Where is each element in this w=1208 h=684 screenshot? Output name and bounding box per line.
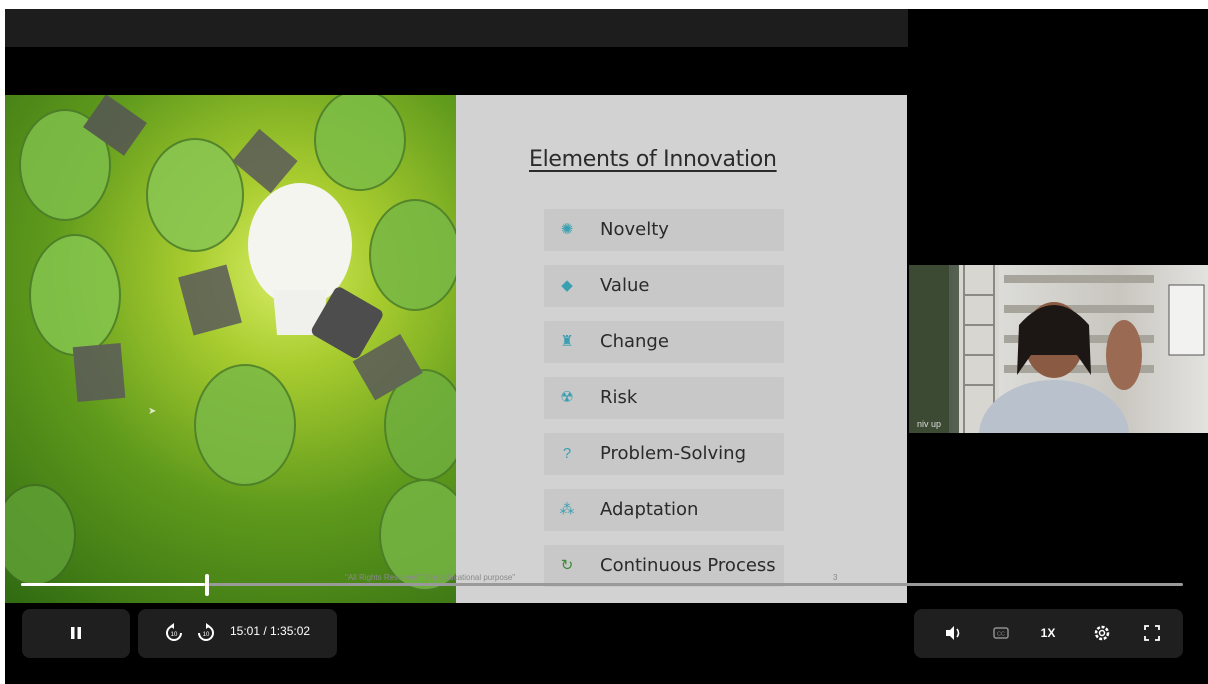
rewind-10-icon: 10 — [166, 623, 182, 641]
slide-page-number: 3 — [833, 573, 838, 582]
network-icon: ⁂ — [559, 501, 575, 518]
right-control-group: CC 1X — [914, 609, 1183, 658]
innovation-element: ⁂ Adaptation — [544, 489, 784, 531]
radiation-icon: ☢ — [560, 389, 574, 406]
mouse-cursor-icon: ➤ — [148, 406, 157, 417]
video-top-bar — [5, 9, 908, 47]
innovation-element-label: Value — [600, 275, 650, 296]
innovation-element-label: Change — [600, 331, 669, 352]
participant-name: niv up — [917, 419, 942, 429]
slide-content-panel: Elements of Innovation ✺ Novelty ◆ Value ♜ Ch… — [456, 95, 907, 603]
innovation-element: ☢ Risk — [544, 377, 784, 419]
progress-handle[interactable] — [205, 574, 209, 596]
fullscreen-button[interactable] — [1142, 623, 1162, 643]
svg-text:CC: CC — [997, 632, 1005, 638]
volume-button[interactable] — [943, 623, 963, 643]
innovation-element-label: Novelty — [600, 219, 669, 240]
captions-button[interactable]: CC — [991, 623, 1011, 643]
fullscreen-icon — [1144, 625, 1160, 641]
innovation-element-label: Continuous Process — [600, 555, 776, 576]
slide-footer-text: "All Rights Reserved" "For educational p… — [345, 573, 516, 582]
forward-10-icon: 10 — [198, 623, 214, 641]
innovation-element: ? Problem-Solving — [544, 433, 784, 475]
forward-10-button[interactable]: 10 — [196, 623, 216, 643]
svg-text:10: 10 — [171, 632, 178, 638]
volume-icon — [946, 626, 960, 640]
pause-button[interactable] — [66, 623, 86, 643]
svg-text:10: 10 — [203, 632, 210, 638]
presentation-slide: ➤ Elements of Innovation ✺ Novelty ◆ Value ♜… — [5, 95, 907, 603]
innovation-element-label: Adaptation — [600, 499, 699, 520]
innovation-element-label: Problem-Solving — [600, 443, 747, 464]
sun-icon: ✺ — [560, 221, 574, 238]
speed-button[interactable]: 1X — [1034, 623, 1062, 643]
chess-piece-icon: ♜ — [560, 333, 574, 350]
light-bulbs-illustration — [5, 95, 456, 591]
innovation-element: ✺ Novelty — [544, 209, 784, 251]
piggy-bank-icon: ◆ — [561, 277, 573, 294]
innovation-element: ♜ Change — [544, 321, 784, 363]
settings-button[interactable] — [1092, 623, 1112, 643]
innovation-element: ◆ Value — [544, 265, 784, 307]
question-icon: ? — [562, 445, 572, 462]
gear-icon — [1094, 625, 1110, 641]
progress-played — [21, 583, 205, 586]
innovation-element: ↻ Continuous Process — [544, 545, 784, 587]
presenter-webcam: niv up — [909, 265, 1208, 433]
cycle-icon: ↻ — [560, 557, 574, 574]
rewind-10-button[interactable]: 10 — [164, 623, 184, 643]
captions-icon: CC — [993, 627, 1009, 639]
pause-icon — [71, 627, 81, 639]
presenter-video-frame — [909, 265, 1205, 433]
light-bulbs-image: ➤ — [5, 95, 456, 603]
slide-title: Elements of Innovation — [529, 147, 777, 172]
pause-control-group — [22, 609, 130, 658]
time-display: 15:01 / 1:35:02 — [230, 624, 311, 638]
time-control-group: 10 10 15:01 / 1:35:02 — [138, 609, 337, 658]
innovation-element-label: Risk — [600, 387, 638, 408]
